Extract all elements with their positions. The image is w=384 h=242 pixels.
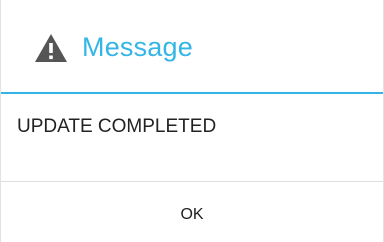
- alert-dialog: Message UPDATE COMPLETED OK: [0, 0, 384, 242]
- warning-icon: [34, 33, 68, 63]
- dialog-title-bar: Message: [1, 0, 383, 94]
- dialog-title: Message: [82, 31, 193, 62]
- ok-button-label: OK: [180, 206, 204, 223]
- ok-button[interactable]: OK: [1, 181, 383, 242]
- dialog-message-area: UPDATE COMPLETED: [1, 96, 383, 178]
- dialog-message: UPDATE COMPLETED: [17, 116, 217, 137]
